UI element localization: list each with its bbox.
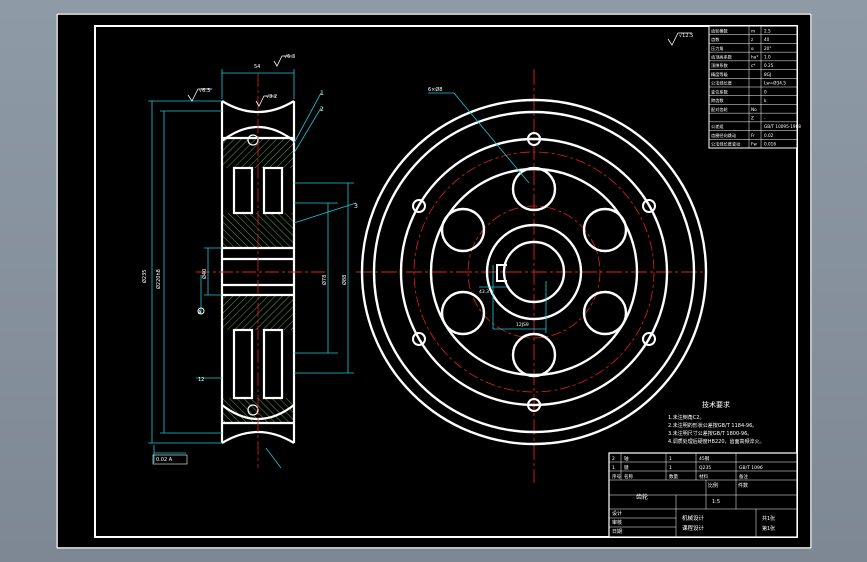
dim-keyway: 12 <box>198 377 204 383</box>
param-symbol: ha* <box>751 55 758 60</box>
count-label: 件数 <box>738 482 748 489</box>
param-name: 跨齿数 <box>711 97 724 104</box>
param-value: 40 <box>764 37 770 42</box>
tech-item-2: 2.未注明的形状公差按GB/T 1184-96。 <box>668 422 757 429</box>
param-symbol: Fr <box>751 133 755 138</box>
tech-requirements: 技术要求 1.未注倒角C2。 2.未注明的形状公差按GB/T 1184-96。 … <box>668 400 765 445</box>
parts-cell: 序号 <box>612 473 621 480</box>
param-value: GB/T 10095-1988 <box>764 124 801 129</box>
param-symbol: No <box>751 107 757 112</box>
date-label: 日期 <box>612 529 622 535</box>
param-name: 齿数 <box>711 36 720 43</box>
param-value: 8GJ <box>764 72 771 77</box>
dim-outer-diameter: Ø235 <box>141 270 148 283</box>
param-symbol: Fw <box>751 142 757 147</box>
params-table: 齿轮模数 m 2.5齿数 z 40压力角 α 20°齿顶高系数 ha* 1.0顶隙系数 c* 0.2… <box>708 25 801 149</box>
dim-bore: Ø40 <box>201 269 208 279</box>
finish-mark-top: √6.3 <box>284 54 295 60</box>
param-name: 压力角 <box>711 45 724 52</box>
param-value: 1.0 <box>764 55 771 60</box>
param-value: 0.02 <box>764 133 774 138</box>
general-finish-mark: √12.5 <box>679 33 693 39</box>
param-name: 齿轮模数 <box>711 27 729 34</box>
designer-label: 设计 <box>612 510 622 517</box>
finish-mark-left: √6.3 <box>199 88 210 94</box>
parts-cell: 键 <box>624 464 629 471</box>
school-name: 机械设计 <box>682 514 705 522</box>
param-value: 0.016 <box>764 142 776 147</box>
drawing-name: 齿轮 <box>636 493 648 501</box>
dim-width: 54 <box>254 64 260 70</box>
title-block: 2 轴 1 45钢 1 键 1 Q235 GB/T 1096 序号 名称 数量 材料 备注 齿轮 比例 1… <box>608 452 798 538</box>
tolerance-frame: 0.02 A <box>156 457 173 463</box>
param-value: Lw=Ø34.5 <box>764 81 786 86</box>
param-name: 齿圈径向跳动 <box>711 132 736 139</box>
parts-cell: 1 <box>669 456 672 462</box>
param-name: 公法线长度 <box>711 80 733 87</box>
parts-cell: GB/T 1096 <box>739 465 763 471</box>
parts-cell: 2 <box>612 456 615 462</box>
param-name: 顶隙系数 <box>711 62 729 69</box>
param-symbol: α <box>751 46 754 51</box>
parts-cell: 名称 <box>624 473 633 480</box>
dim-hub-outer: Ø88 <box>341 275 348 285</box>
cad-canvas: 1 2 3 54 Ø235 Ø220h8 Ø78 Ø88 Ø40 12 A 0.… <box>56 13 812 549</box>
keyway-width: 12JS9 <box>516 322 529 328</box>
param-symbol: m <box>751 28 755 33</box>
parts-cell: 备注 <box>739 473 748 480</box>
param-value: 0 <box>764 89 767 94</box>
param-symbol: Z <box>751 116 754 121</box>
part-callout-1: 1 <box>320 90 324 97</box>
tech-item-1: 1.未注倒角C2。 <box>668 414 704 421</box>
param-name: 精度等级 <box>711 71 729 78</box>
param-name: 齿顶高系数 <box>711 54 733 61</box>
part-callout-3: 3 <box>354 203 358 210</box>
parts-cell: 1 <box>669 465 672 471</box>
hole-callout: 6×Ø8 <box>428 86 443 93</box>
parts-cell: Q235 <box>699 465 711 471</box>
param-name: 公法线长度变动 <box>711 141 740 148</box>
finish-mark-mid: √3.2 <box>266 94 277 100</box>
param-name: 配对齿轮 <box>711 106 729 113</box>
sheet-total: 共1张 <box>762 515 775 522</box>
front-view: 6×Ø8 43.3 12JS9 √12.5 <box>356 32 708 483</box>
checker-label: 审核 <box>612 519 622 526</box>
parts-cell: 数量 <box>669 473 678 480</box>
scale-label: 比例 <box>708 482 718 489</box>
section-view: 1 2 3 54 Ø235 Ø220h8 Ø78 Ø88 Ø40 12 A 0.… <box>141 54 358 469</box>
param-name: 变位系数 <box>711 88 729 95</box>
param-value: 2.5 <box>764 28 771 33</box>
dim-root-diameter: Ø220h8 <box>155 269 162 289</box>
keyway-depth: 43.3 <box>479 289 489 295</box>
tech-item-4: 4.调质处理后硬度HB220，齿面高频淬火。 <box>668 438 765 445</box>
sheet-number: 第1张 <box>762 525 775 532</box>
tech-item-3: 3.未注明尺寸公差按GB/T 1800-96。 <box>668 430 752 437</box>
param-symbol: c* <box>751 63 755 68</box>
parts-cell: 45钢 <box>699 455 710 462</box>
drawing-sheet: 1 2 3 54 Ø235 Ø220h8 Ø78 Ø88 Ø40 12 A 0.… <box>56 13 812 549</box>
part-callout-2: 2 <box>320 106 324 113</box>
parts-cell: 1 <box>612 465 615 471</box>
parts-cell: 轴 <box>624 455 629 462</box>
course-name: 课程设计 <box>682 524 705 532</box>
param-value: 20° <box>764 46 771 51</box>
tech-title: 技术要求 <box>702 400 730 409</box>
scale-value: 1:5 <box>712 499 720 505</box>
param-value: 0.25 <box>764 63 774 68</box>
dim-hub-diameter: Ø78 <box>321 275 328 285</box>
parts-cell: 材料 <box>699 473 708 480</box>
param-name: 公差组 <box>711 123 724 129</box>
datum-label: A <box>198 310 202 316</box>
